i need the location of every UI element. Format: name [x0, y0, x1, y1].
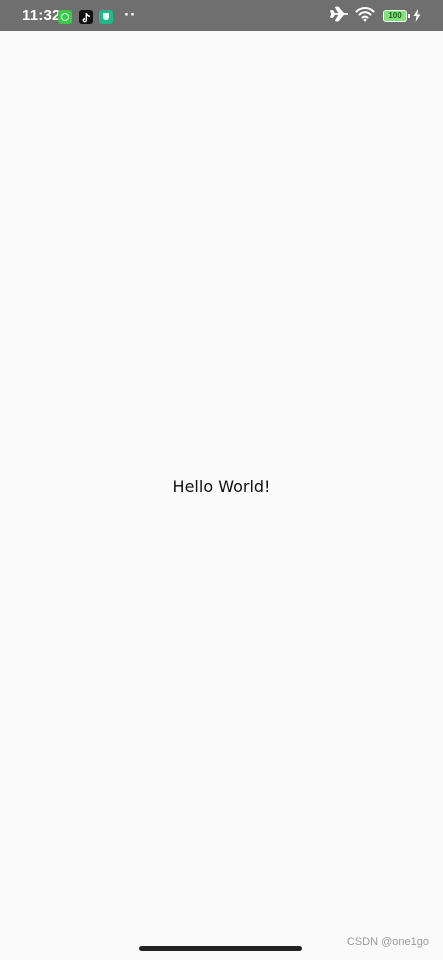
shield-app-icon: [99, 10, 113, 24]
home-indicator[interactable]: [139, 946, 302, 951]
status-time: 11:32: [22, 7, 61, 24]
battery-icon: 100: [383, 10, 410, 22]
bolt-icon: [413, 7, 421, 26]
hello-world-label: Hello World!: [172, 477, 271, 496]
wifi-icon: [355, 6, 375, 26]
airplane-icon: [330, 6, 349, 26]
green-app-icon: [58, 10, 72, 24]
tiktok-icon: [79, 10, 93, 24]
battery-level: 100: [388, 11, 402, 20]
more-notifications-indicator: ··: [124, 8, 136, 23]
status-bar: 11:32 ·· 100: [0, 0, 443, 31]
app-screen: 11:32 ·· 100 Hello World! CSDN @one1go: [0, 0, 443, 960]
status-right-group: 100: [330, 6, 421, 26]
watermark: CSDN @one1go: [346, 936, 429, 948]
